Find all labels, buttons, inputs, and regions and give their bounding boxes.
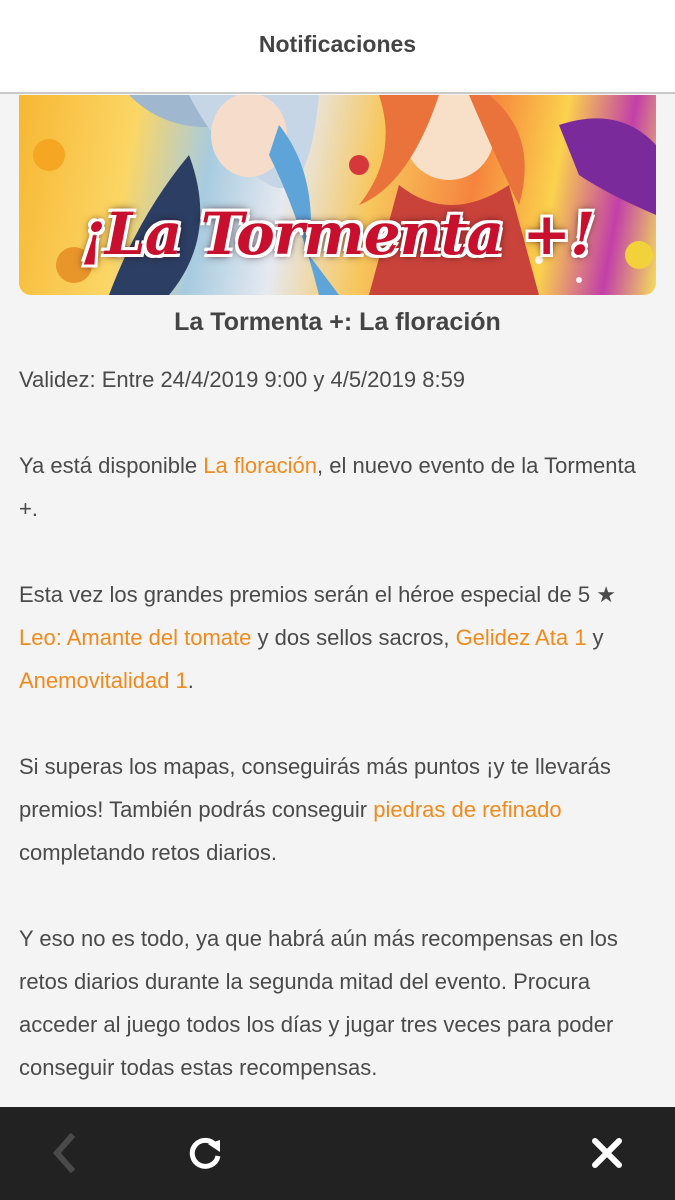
text-segment: Esta vez los grandes premios serán el hé… (19, 582, 616, 607)
close-button[interactable] (583, 1129, 631, 1177)
page-title: Notificaciones (258, 30, 417, 57)
link-leo-hero[interactable]: Leo: Amante del tomate (19, 625, 251, 650)
text-segment: Y eso no es todo, ya que habrá aún más r… (19, 926, 618, 1080)
bottom-toolbar (0, 1107, 675, 1200)
event-banner-image: ¡La Tormenta +! (19, 95, 656, 295)
banner-title: ¡La Tormenta +! (80, 200, 596, 268)
validity-text: Validez: Entre 24/4/2019 9:00 y 4/5/2019… (19, 367, 466, 392)
text-segment: Ya está disponible (19, 453, 204, 478)
notification-content[interactable]: ¡La Tormenta +! La Tormenta +: La florac… (0, 95, 675, 1107)
paragraph-1: Ya está disponible La floración, el nuev… (19, 444, 659, 530)
back-button[interactable] (40, 1129, 88, 1177)
refresh-button[interactable] (181, 1129, 229, 1177)
close-icon (592, 1138, 622, 1168)
article-title: La Tormenta +: La floración (174, 308, 501, 336)
refresh-icon (189, 1137, 221, 1169)
link-piedras-refinado[interactable]: piedras de refinado (373, 797, 561, 822)
chevron-left-icon (53, 1133, 76, 1173)
article-body: Validez: Entre 24/4/2019 9:00 y 4/5/2019… (19, 358, 659, 1107)
app-header: Notificaciones (0, 0, 675, 94)
link-anemovitalidad[interactable]: Anemovitalidad 1 (19, 668, 188, 693)
paragraph-2: Esta vez los grandes premios serán el hé… (19, 573, 659, 702)
text-segment: y (586, 625, 604, 650)
text-segment: completando retos diarios. (19, 840, 278, 865)
link-gelidez-ata[interactable]: Gelidez Ata 1 (456, 625, 587, 650)
text-segment: y dos sellos sacros, (251, 625, 456, 650)
paragraph-3: Si superas los mapas, conseguirás más pu… (19, 745, 659, 874)
paragraph-4: Y eso no es todo, ya que habrá aún más r… (19, 917, 659, 1089)
text-segment: . (187, 668, 194, 693)
link-la-floracion[interactable]: La floración (203, 453, 317, 478)
